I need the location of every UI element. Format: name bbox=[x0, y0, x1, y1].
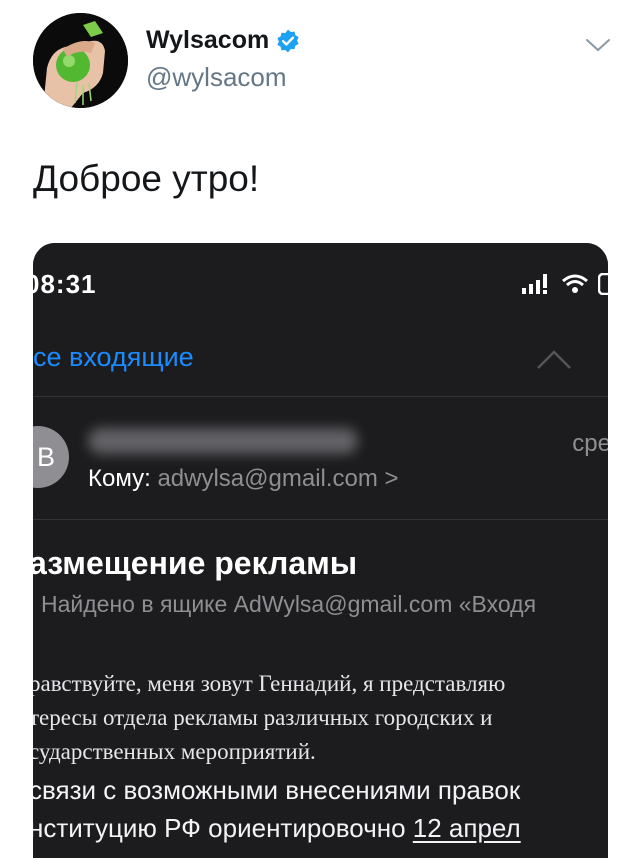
body-line: равствуйте, меня зовут Геннадий, я предс… bbox=[33, 671, 506, 696]
phone-status-bar: 08:31 bbox=[33, 243, 608, 328]
avatar-image bbox=[33, 13, 128, 108]
recipient-line[interactable]: Кому: adwylsa@gmail.com > bbox=[88, 465, 399, 493]
sender-avatar: В bbox=[33, 426, 69, 488]
body-text: нституцию РФ ориентировочно bbox=[33, 813, 413, 843]
email-body-sans: связи с возможными внесениями правок нст… bbox=[33, 771, 521, 847]
body-line: нституцию РФ ориентировочно 12 апрел bbox=[33, 809, 521, 847]
email-body-serif: равствуйте, меня зовут Геннадий, я предс… bbox=[33, 667, 505, 769]
found-in-mailbox[interactable]: Найдено в ящике AdWylsa@gmail.com «Входя bbox=[41, 591, 536, 618]
wifi-icon bbox=[562, 274, 588, 293]
to-label: Кому: bbox=[88, 465, 151, 492]
received-time: сре bbox=[572, 430, 608, 457]
sender-initial: В bbox=[36, 441, 55, 472]
display-name[interactable]: Wylsacom bbox=[146, 26, 301, 55]
divider bbox=[33, 396, 608, 397]
date-link[interactable]: 12 апрел bbox=[413, 813, 521, 843]
divider bbox=[33, 519, 608, 520]
body-line: тересы отдела рекламы различных городски… bbox=[33, 705, 493, 730]
verified-badge-icon bbox=[277, 29, 299, 52]
chevron-down-icon[interactable] bbox=[585, 36, 611, 54]
back-to-inbox-link[interactable]: се входящие bbox=[33, 342, 194, 373]
mail-nav-bar: се входящие bbox=[33, 328, 608, 396]
profile-avatar[interactable] bbox=[33, 13, 128, 108]
user-handle[interactable]: @wylsacom bbox=[146, 62, 287, 93]
tweet-text: Доброе утро! bbox=[33, 158, 260, 199]
chevron-up-icon[interactable] bbox=[536, 348, 572, 370]
cellular-signal-icon bbox=[522, 274, 547, 294]
sender-name-blurred bbox=[88, 428, 358, 454]
status-icons bbox=[522, 273, 608, 295]
status-time: 08:31 bbox=[33, 269, 97, 299]
email-subject: азмещение рекламы bbox=[33, 545, 358, 581]
body-line: связи с возможными внесениями правок bbox=[33, 775, 521, 805]
tweet-media-image[interactable]: 08:31 се входящие В bbox=[33, 243, 608, 858]
body-line: сударственных мероприятий. bbox=[33, 739, 316, 764]
battery-icon bbox=[598, 273, 608, 295]
display-name-text[interactable]: Wylsacom bbox=[146, 26, 269, 55]
recipient-address[interactable]: adwylsa@gmail.com > bbox=[157, 465, 398, 492]
